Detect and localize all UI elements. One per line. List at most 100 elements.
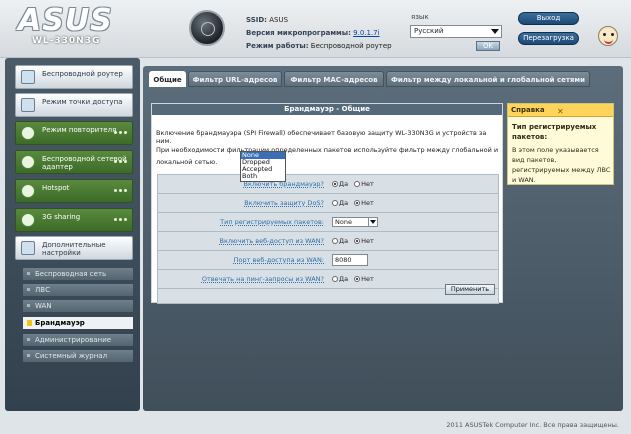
row-wan-web-access: Включить веб-доступ из WAN? Да Нет — [158, 232, 498, 251]
wan-web-access-label: Включить веб-доступ из WAN? — [219, 237, 324, 245]
asus-logo: ASUS WL-330N3G — [18, 3, 138, 47]
sidebar-item[interactable]: Беспроводной сетевой адаптер — [15, 150, 133, 174]
firmware-link[interactable]: 9.0.1.7i — [353, 29, 379, 37]
help-panel: Справка ✕ Тип регистрируемых пакетов: В … — [507, 103, 614, 185]
model-name: WL-330N3G — [32, 36, 101, 46]
no-label: Нет — [361, 275, 374, 283]
settings-icon — [21, 241, 35, 255]
sidebar-subitem[interactable]: Системный журнал — [23, 350, 133, 362]
log-type-value: None — [335, 218, 352, 226]
signal-dots-icon — [114, 189, 126, 195]
no-label: Нет — [361, 237, 374, 245]
yes-label: Да — [339, 237, 349, 245]
help-topic: Тип регистрируемых пакетов: — [512, 123, 597, 141]
row-wan-port: Порт веб-доступа из WAN: 8080 — [158, 251, 498, 270]
access-point-icon — [21, 98, 35, 112]
language-select[interactable]: Русский — [410, 25, 502, 38]
help-title: Справка — [511, 106, 545, 114]
sidebar-subitem[interactable]: ЛВС — [23, 284, 133, 296]
wan-access-yes-radio[interactable] — [332, 238, 338, 244]
page-title: Брандмауэр - Общие — [152, 104, 502, 115]
status-info: SSID: ASUS Версия микропрограммы: 9.0.1.… — [246, 14, 392, 53]
router-image — [189, 10, 225, 46]
ssid-value: ASUS — [269, 16, 289, 24]
ping-response-label: Отвечать на пинг-запросы из WAN? — [201, 275, 324, 283]
firmware-label: Версия микропрограммы: — [246, 29, 351, 37]
dos-yes-radio[interactable] — [332, 200, 338, 206]
row-enable-firewall: Включить брандмауэр? Да Нет — [158, 175, 498, 194]
wireless-adapter-icon — [21, 155, 35, 169]
content-panel: Брандмауэр - Общие Включение брандмауэра… — [151, 103, 503, 304]
signal-dots-icon — [114, 131, 126, 137]
header: ASUS WL-330N3G SSID: ASUS Версия микропр… — [0, 0, 631, 58]
copyright: 2011 ASUSTek Computer Inc. Все права защ… — [446, 421, 619, 429]
sidebar-item[interactable]: Режим повторителя — [15, 121, 133, 145]
sidebar-item[interactable]: Режим точки доступа — [15, 93, 133, 117]
signal-dots-icon — [114, 218, 126, 224]
tab[interactable]: Фильтр URL-адресов — [188, 71, 282, 87]
apply-button[interactable]: Применить — [445, 284, 495, 295]
close-icon[interactable]: ✕ — [557, 105, 564, 118]
tab[interactable]: Фильтр MAC-адресов — [284, 71, 384, 87]
yes-label: Да — [339, 275, 349, 283]
help-body: В этом поле указывается вид пакетов, рег… — [512, 146, 611, 184]
ping-response-radios: Да Нет — [332, 270, 374, 289]
wizard-icon[interactable] — [598, 26, 618, 46]
tab[interactable]: Фильтр между локальной и глобальной сетя… — [386, 71, 590, 87]
language-value: Русский — [414, 27, 444, 35]
3g-icon — [21, 213, 35, 227]
settings-table: Включить брандмауэр? Да Нет Включить защ… — [157, 174, 499, 304]
help-header: Справка ✕ — [508, 104, 613, 117]
wan-web-access-radios: Да Нет — [332, 232, 374, 251]
sidebar-subitem[interactable]: Администрирование — [23, 334, 133, 346]
no-label: Нет — [361, 199, 374, 207]
dropdown-option[interactable]: Both — [241, 173, 285, 180]
enable-firewall-radios: Да Нет — [332, 175, 374, 194]
router-icon — [21, 70, 35, 84]
dos-protection-radios: Да Нет — [332, 194, 374, 213]
enable-firewall-yes-radio[interactable] — [332, 181, 338, 187]
dos-no-radio[interactable] — [354, 200, 361, 206]
yes-label: Да — [339, 199, 349, 207]
wan-access-no-radio[interactable] — [354, 238, 361, 244]
row-log-type: Тип регистрируемых пакетов: None — [158, 213, 498, 232]
sidebar-subitem[interactable]: WAN — [23, 300, 133, 312]
sidebar-item[interactable]: Hotspot — [15, 179, 133, 203]
mode-value: Беспроводной роутер — [310, 42, 392, 50]
language-ok-button[interactable]: OK — [476, 41, 500, 51]
logout-button[interactable]: Выход — [518, 12, 579, 25]
ssid-label: SSID: — [246, 16, 267, 24]
sidebar-item-label: Дополнительные настройки — [42, 241, 106, 257]
chevron-down-icon — [368, 218, 377, 226]
description-firewall: Включение брандмауэра (SPI Firewall) обе… — [156, 129, 487, 145]
wan-port-label: Порт веб-доступа из WAN: — [233, 256, 324, 264]
description-filter: При необходимости фильтрации определенны… — [156, 146, 499, 166]
sidebar-subitem[interactable]: Брандмауэр — [23, 317, 133, 329]
signal-dots-icon — [114, 160, 126, 166]
ping-no-radio[interactable] — [354, 276, 361, 282]
enable-firewall-no-radio[interactable] — [354, 181, 361, 187]
sidebar: Беспроводной роутер Режим точки доступа Ре… — [5, 58, 140, 411]
log-type-label: Тип регистрируемых пакетов: — [220, 218, 324, 226]
hotspot-icon — [21, 184, 35, 198]
chevron-down-icon — [491, 29, 499, 34]
ping-yes-radio[interactable] — [332, 276, 338, 282]
brand-name: ASUS — [18, 3, 113, 38]
repeater-icon — [21, 126, 35, 140]
sidebar-item[interactable]: Беспроводной роутер — [15, 65, 133, 89]
language-label: язык — [411, 13, 429, 21]
log-type-dropdown: None Dropped Accepted Both — [240, 151, 286, 182]
yes-label: Да — [339, 180, 349, 188]
row-dos-protection: Включить защиту DoS? Да Нет — [158, 194, 498, 213]
reboot-button[interactable]: Перезагрузка — [518, 32, 579, 45]
sidebar-subitem[interactable]: Беспроводная сеть — [23, 268, 133, 280]
sidebar-item-label: Беспроводной роутер — [42, 70, 123, 78]
sidebar-item[interactable]: Дополнительные настройки — [15, 236, 133, 260]
log-type-select[interactable]: None — [332, 217, 378, 227]
dos-protection-label: Включить защиту DoS? — [244, 199, 324, 207]
mode-label: Режим работы: — [246, 42, 309, 50]
sidebar-item[interactable]: 3G sharing — [15, 208, 133, 232]
sidebar-item-label: Режим точки доступа — [42, 98, 123, 106]
tab[interactable]: Общие — [149, 71, 186, 87]
wan-port-input[interactable]: 8080 — [332, 254, 368, 266]
